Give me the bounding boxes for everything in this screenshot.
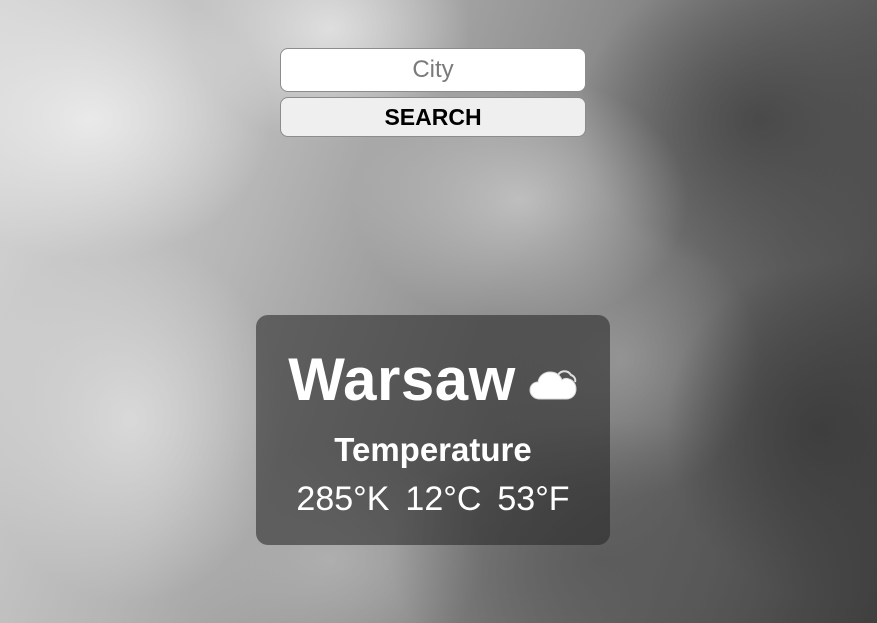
temperature-celsius: 12°C xyxy=(405,480,482,518)
search-form: SEARCH xyxy=(280,48,586,137)
temperature-kelvin: 285°K xyxy=(296,480,390,518)
temperature-fahrenheit: 53°F xyxy=(497,480,570,518)
city-name: Warsaw xyxy=(288,346,516,413)
weather-card: Warsaw Temperature 285°K 12°C 53°F xyxy=(256,315,610,545)
temperature-label: Temperature xyxy=(334,431,532,468)
city-search-input[interactable] xyxy=(280,48,586,92)
city-heading: Warsaw xyxy=(256,345,610,415)
cloud-icon xyxy=(528,367,578,401)
search-button[interactable]: SEARCH xyxy=(280,97,586,137)
temperature-values: 285°K 12°C 53°F xyxy=(256,480,610,519)
